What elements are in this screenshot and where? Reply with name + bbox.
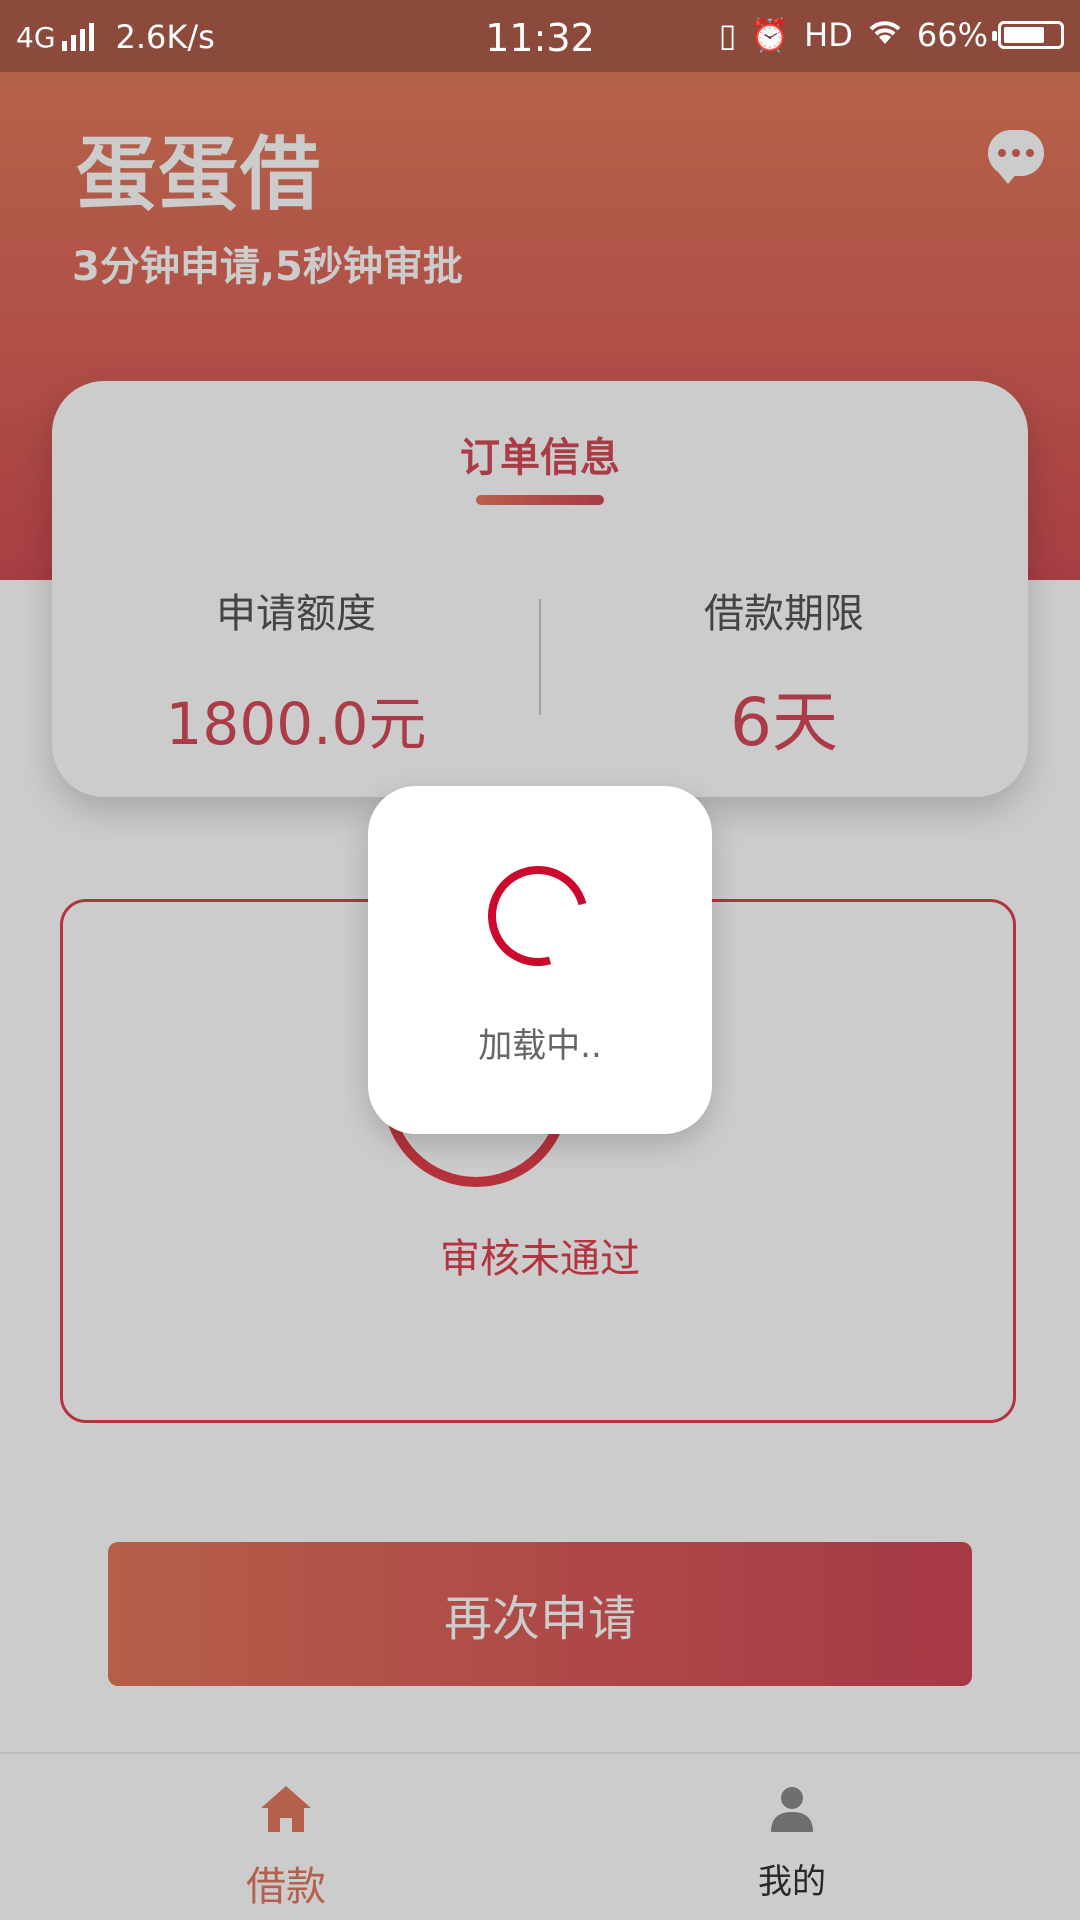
status-bar: 4G 2.6K/s 11:32 ▯ ⏰ HD 66%	[0, 0, 1080, 72]
loading-dialog: 加载中..	[368, 786, 712, 1134]
loading-spinner-icon	[469, 847, 607, 985]
app-root: 4G 2.6K/s 11:32 ▯ ⏰ HD 66% 蛋蛋借 3分钟申请,5秒钟…	[0, 0, 1080, 1920]
wifi-icon	[867, 16, 903, 54]
vibrate-icon: ▯	[718, 16, 737, 54]
alarm-icon: ⏰	[750, 16, 791, 54]
battery-percent: 66%	[916, 16, 988, 54]
hd-label: HD	[804, 16, 853, 54]
loading-text: 加载中..	[478, 1026, 602, 1066]
status-right: ▯ ⏰ HD 66%	[705, 16, 1064, 54]
battery-fill	[1004, 27, 1044, 43]
battery-icon	[992, 21, 1064, 49]
